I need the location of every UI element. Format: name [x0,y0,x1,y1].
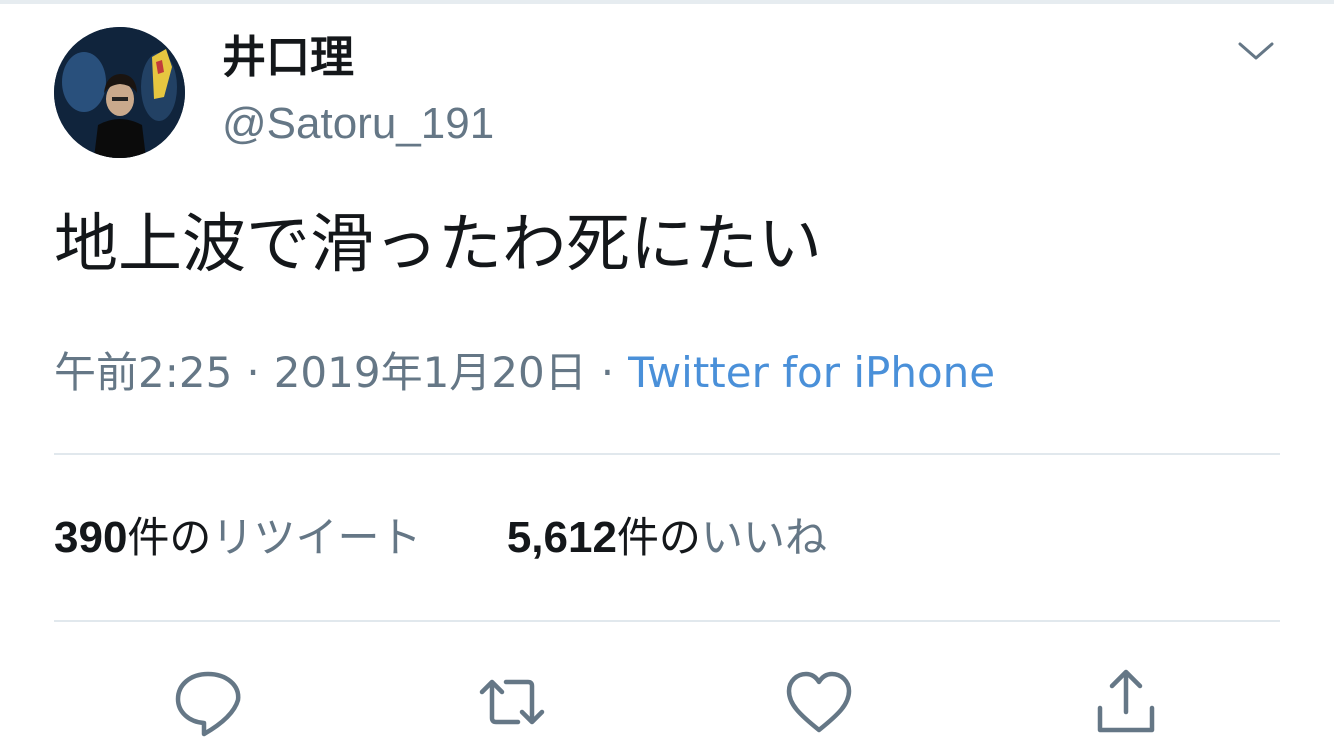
retweet-count-link[interactable]: 390件のリツイート [54,510,421,566]
user-handle[interactable]: @Satoru_191 [222,98,494,150]
tweet-meta: 午前2:25 · 2019年1月20日 · Twitter for iPhone [54,346,995,400]
action-bar [0,662,1334,742]
avatar[interactable] [54,27,185,158]
retweet-label: リツイート [211,513,422,562]
like-label: いいね [700,513,827,562]
tweet-text: 地上波で滑ったわ死にたい [54,208,822,282]
like-count-link[interactable]: 5,612件のいいね [507,510,827,566]
retweet-icon [479,679,545,725]
chevron-down-icon[interactable] [1236,36,1276,66]
tweet-detail: 井口理 @Satoru_191 地上波で滑ったわ死にたい 午前2:25 · 2019… [0,0,1334,750]
divider [54,620,1280,622]
reply-icon [175,671,241,737]
avatar-image [54,27,185,158]
retweet-button[interactable] [472,662,552,742]
share-button[interactable] [1086,662,1166,742]
like-count: 5,612 [506,513,617,562]
tweet-stats: 390件のリツイート 5,612件のいいね [54,510,827,566]
tweet-source-link[interactable]: Twitter for iPhone [628,348,995,397]
share-icon [1097,669,1155,733]
meta-separator: · [246,348,260,397]
like-button[interactable] [779,662,859,742]
tweet-date: 2019年1月20日 [273,348,587,397]
retweet-count: 390 [54,513,128,562]
display-name[interactable]: 井口理 [222,32,354,84]
retweet-unit: 件の [127,513,212,562]
heart-icon [786,671,852,733]
top-divider [0,0,1334,4]
tweet-time: 午前2:25 [54,348,233,397]
reply-button[interactable] [168,662,248,742]
divider [54,453,1280,455]
like-unit: 件の [616,513,701,562]
meta-separator: · [600,348,615,397]
